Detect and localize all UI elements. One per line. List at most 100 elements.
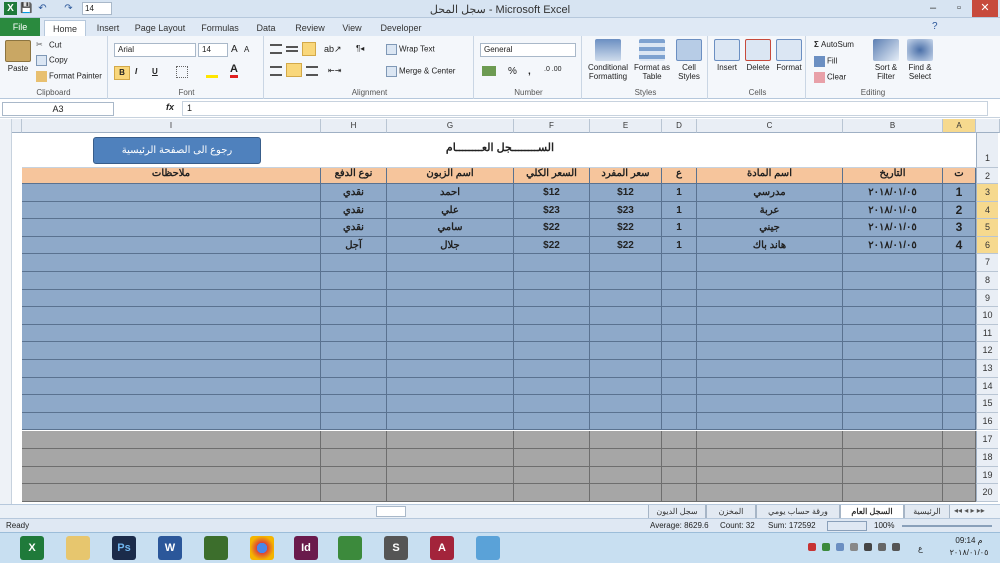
cell-pay-type[interactable]: آجل [321,236,387,255]
select-all-corner[interactable] [976,119,1000,133]
cell-qty[interactable] [662,377,697,396]
row-header[interactable]: 15 [976,395,998,413]
cell-unit-price[interactable] [590,307,662,325]
sheet-nav-icon[interactable]: ◂◂ ◂ ▸ ▸▸ [954,506,985,515]
cell-qty[interactable] [662,342,697,360]
cell-total[interactable] [514,307,590,325]
project-taskbar-icon[interactable] [338,536,362,560]
cell-num[interactable] [943,272,976,290]
cell-date[interactable]: ٢٠١٨/٠١/٠٥ [843,236,943,255]
conditional-formatting-button[interactable]: Conditional Formatting [584,39,632,81]
close-button[interactable]: ✕ [972,0,998,17]
wrap-text-button[interactable]: Wrap Text [386,44,435,55]
cell-num[interactable] [943,395,976,413]
cell-date[interactable]: ٢٠١٨/٠١/٠٥ [843,201,943,220]
align-center-icon[interactable] [286,63,302,77]
row-header[interactable]: 12 [976,342,998,360]
cell-pay-type[interactable]: نقدي [321,201,387,220]
row-header[interactable]: 10 [976,307,998,325]
gray-cell[interactable] [514,466,590,485]
indesign-taskbar-icon[interactable]: Id [294,536,318,560]
row-header[interactable]: 16 [976,412,998,431]
underline-button[interactable]: U [152,67,158,76]
sheet-tab-daily[interactable]: ورقة حساب يومي [756,505,840,519]
row-header[interactable]: 4 [976,201,998,220]
cell-total[interactable] [514,289,590,308]
cell-notes[interactable] [22,254,321,272]
help-icon[interactable]: ? [932,21,938,32]
cell-customer[interactable] [387,377,514,396]
comma-button[interactable]: , [528,66,531,77]
cell-num[interactable] [943,254,976,272]
gray-cell[interactable] [943,466,976,485]
row-header[interactable]: 3 [976,184,998,202]
zoom-slider[interactable] [902,525,992,527]
tray-icon-3[interactable] [836,543,844,551]
sheet-tab-debts[interactable]: سجل الديون [648,505,706,519]
paste-button[interactable]: Paste [4,40,32,73]
cell-qty[interactable]: 1 [662,236,697,255]
cell-item[interactable]: جيني [697,219,843,237]
font-color-icon[interactable]: A [230,64,238,78]
cell-pay-type[interactable] [321,289,387,308]
cell-pay-type[interactable] [321,377,387,396]
insert-cells-button[interactable]: Insert [712,39,742,72]
cell-customer[interactable]: علي [387,201,514,220]
cell-notes[interactable] [22,184,321,202]
delete-cells-button[interactable]: Delete [743,39,773,72]
cell-total[interactable] [514,395,590,413]
cell-customer[interactable] [387,254,514,272]
sheet-tab-home[interactable]: الرئيسية [904,505,950,519]
col-header-h[interactable]: H [321,119,387,133]
cell-qty[interactable] [662,412,697,431]
cell-customer[interactable] [387,289,514,308]
tray-icon-2[interactable] [822,543,830,551]
folder-taskbar-icon[interactable] [66,536,90,560]
copy-button[interactable]: Copy [36,55,68,66]
fill-button[interactable]: Fill [814,56,837,67]
gray-cell[interactable] [662,466,697,485]
cell-unit-price[interactable] [590,360,662,378]
cell-date[interactable] [843,307,943,325]
cell-total[interactable] [514,324,590,343]
bold-button[interactable]: B [114,66,130,80]
cell-item[interactable] [697,377,843,396]
merge-center-button[interactable]: Merge & Center [386,66,455,77]
cell-pay-type[interactable] [321,307,387,325]
cell-date[interactable] [843,412,943,431]
sublime-taskbar-icon[interactable]: S [384,536,408,560]
cell-date[interactable] [843,324,943,343]
cell-notes[interactable] [22,324,321,343]
row-header[interactable]: 1 [976,133,998,168]
cell-num[interactable] [943,307,976,325]
row-header[interactable]: 14 [976,377,998,396]
cell-unit-price[interactable] [590,324,662,343]
volume-icon[interactable] [892,543,900,551]
col-header-e[interactable]: E [590,119,662,133]
cell-notes[interactable] [22,272,321,290]
gray-cell[interactable] [943,431,976,449]
cell-unit-price[interactable] [590,395,662,413]
access-taskbar-icon[interactable]: A [430,536,454,560]
tray-icon-4[interactable] [850,543,858,551]
cell-unit-price[interactable] [590,377,662,396]
cell-item[interactable] [697,289,843,308]
orientation-icon[interactable]: ab↗ [324,44,342,55]
font-size-select[interactable]: 14 [198,43,228,57]
gray-cell[interactable] [590,449,662,467]
cell-date[interactable] [843,254,943,272]
cut-button[interactable]: ✂ Cut [36,40,61,51]
decimal-icon[interactable]: .0 .00 [544,66,562,73]
col-header-b[interactable]: B [843,119,943,133]
cell-qty[interactable]: 1 [662,184,697,202]
gray-cell[interactable] [943,484,976,502]
cell-num[interactable]: 2 [943,201,976,220]
row-header[interactable]: 13 [976,360,998,378]
cell-notes[interactable] [22,307,321,325]
app-taskbar-icon[interactable] [204,536,228,560]
gray-cell[interactable] [697,449,843,467]
cell-unit-price[interactable] [590,289,662,308]
cell-date[interactable] [843,289,943,308]
italic-button[interactable]: I [135,67,137,76]
cell-customer[interactable]: سامي [387,219,514,237]
